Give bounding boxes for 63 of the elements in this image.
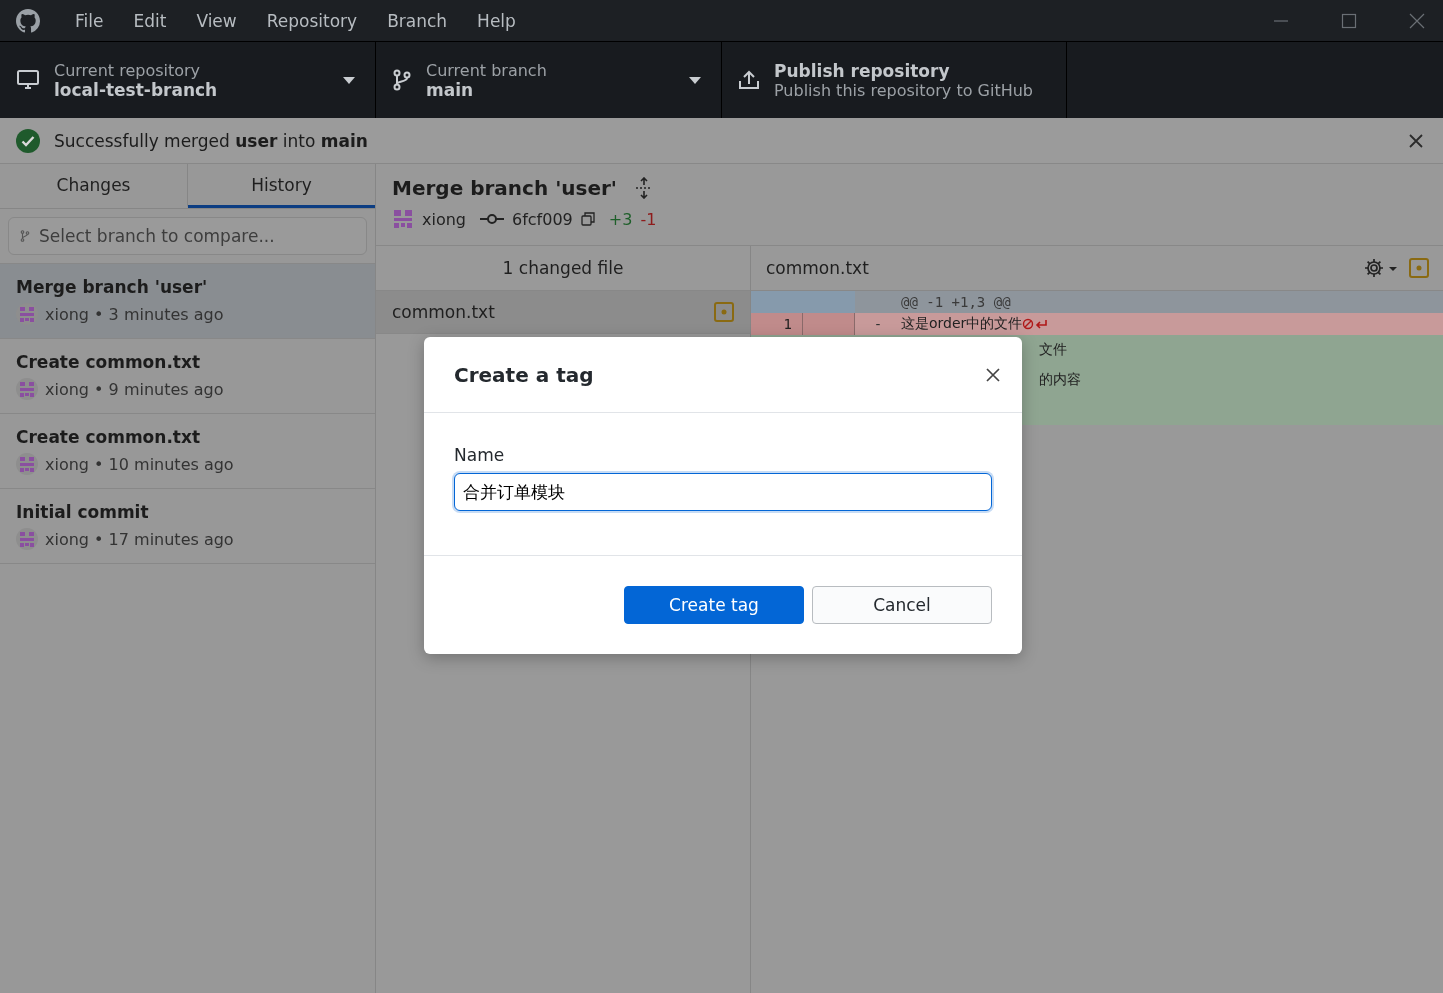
branch-icon (392, 69, 412, 91)
avatar-icon (392, 208, 414, 230)
modified-file-icon (714, 302, 734, 322)
octocat-logo-icon (16, 8, 40, 33)
line-number-gutter (751, 291, 803, 313)
hunk-header: @@ -1 +1,3 @@ (900, 294, 1011, 310)
branch-compare-field[interactable]: Select branch to compare... (8, 217, 367, 255)
commit-meta: xiong • 3 minutes ago (45, 304, 224, 324)
code-line: 文件 (1039, 341, 1067, 359)
sidebar-tab[interactable]: Changes (0, 164, 188, 208)
commit-title: Create common.txt (16, 352, 202, 372)
commit-title: Merge branch 'user' (392, 176, 617, 200)
line-number: 1 (751, 313, 803, 335)
commit-meta: xiong • 9 minutes ago (45, 379, 224, 399)
no-newline-icon (1022, 318, 1049, 330)
line-number-gutter (803, 291, 855, 313)
commit-list-item[interactable]: Create common.txt xiong • 9 minutes ago (0, 339, 375, 414)
field-label: Name (454, 445, 506, 465)
code-line: 这是order中的文件 (901, 315, 1023, 333)
commit-list-item[interactable]: Merge branch 'user' xiong • 3 minutes ago (0, 264, 375, 339)
diff-marker: - (872, 316, 884, 332)
deletions-count: -1 (640, 209, 657, 229)
menu-item[interactable]: View (181, 10, 252, 31)
avatar-icon (16, 378, 38, 400)
banner-message: Successfully merged user into main (54, 130, 368, 151)
menu-item[interactable]: File (60, 10, 119, 31)
dialog-title: Create a tag (454, 362, 594, 387)
commit-meta: xiong • 10 minutes ago (45, 454, 234, 474)
monitor-icon (16, 69, 40, 91)
commit-title: Merge branch 'user' (16, 277, 209, 297)
menu-item[interactable]: Repository (251, 10, 373, 31)
commit-author: xiong (422, 209, 466, 229)
commit-icon (480, 213, 504, 225)
avatar-icon (16, 528, 38, 550)
create-tag-button[interactable]: Create tag (624, 586, 804, 624)
copy-icon[interactable] (580, 212, 595, 226)
close-icon[interactable] (1409, 133, 1423, 148)
menu-item[interactable]: Branch (372, 10, 463, 31)
commit-list-item[interactable]: Initial commit xiong • 17 minutes ago (0, 489, 375, 564)
commit-meta: xiong • 17 minutes ago (45, 529, 234, 549)
caret-icon (689, 76, 701, 84)
commit-title: Initial commit (16, 502, 150, 522)
settings-icon[interactable] (1363, 257, 1397, 279)
upload-icon (738, 70, 760, 90)
maximize-icon[interactable] (1341, 12, 1357, 29)
sidebar-tab[interactable]: History (188, 164, 375, 208)
check-circle-icon (16, 128, 40, 153)
menu-item[interactable]: Help (462, 10, 531, 31)
menu-item[interactable]: Edit (118, 10, 182, 31)
commit-title: Create common.txt (16, 427, 202, 447)
code-line: 的内容 (1039, 371, 1081, 389)
avatar-icon (16, 453, 38, 475)
tag-name-field[interactable]: 合并订单模块 (454, 473, 992, 511)
caret-icon (343, 76, 355, 84)
commit-sha: 6fcf009 (512, 209, 573, 229)
modified-file-icon (1409, 258, 1429, 278)
file-list-item[interactable]: common.txt (376, 291, 750, 334)
cancel-button[interactable]: Cancel (812, 586, 992, 624)
close-icon[interactable] (986, 367, 1000, 382)
line-number-gutter (803, 313, 855, 335)
diff-filename: common.txt (766, 258, 869, 278)
commit-list-item[interactable]: Create common.txt xiong • 10 minutes ago (0, 414, 375, 489)
additions-count: +3 (608, 209, 633, 229)
